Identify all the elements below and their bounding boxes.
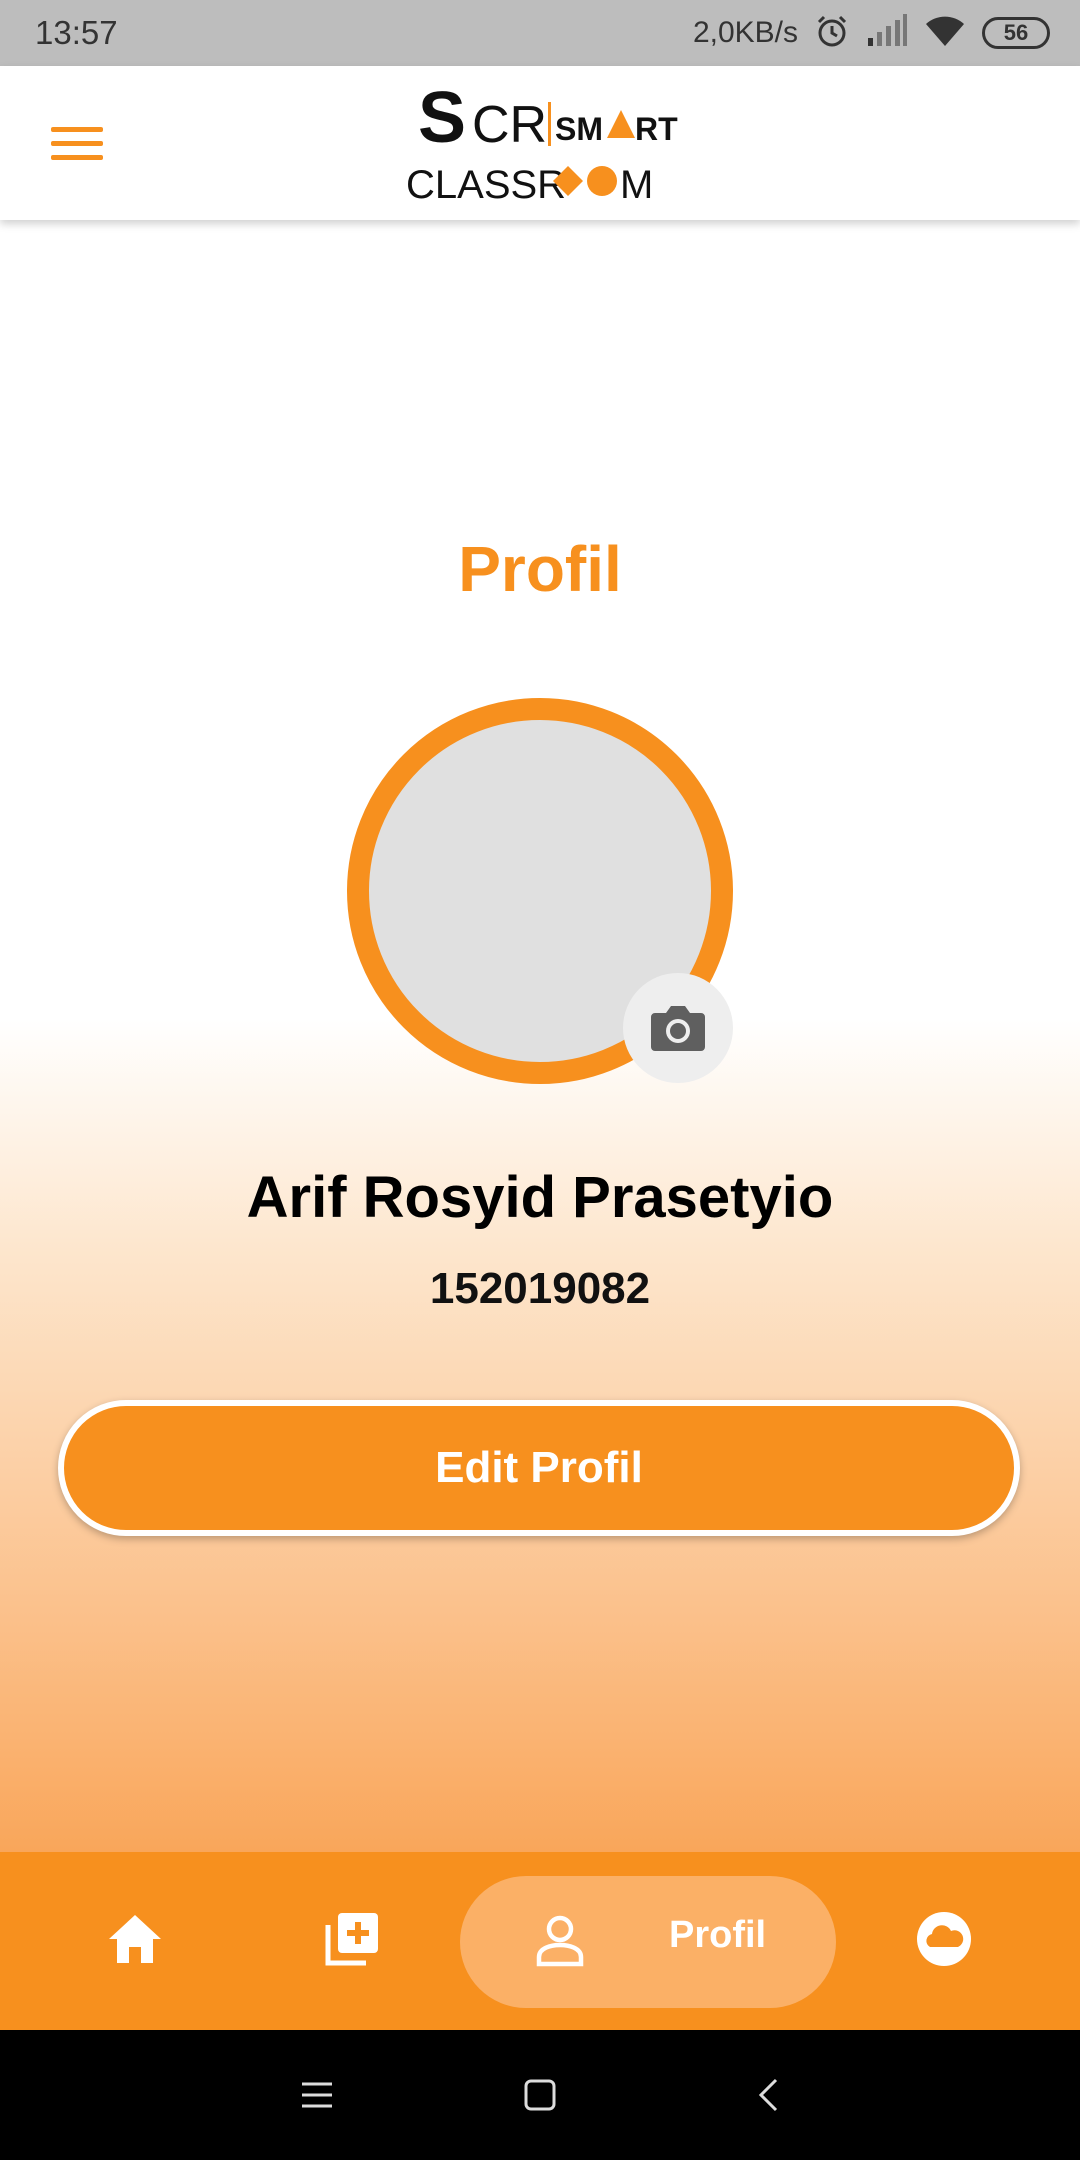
nav-profil-label: Profil bbox=[669, 1914, 767, 1956]
nav-profil[interactable]: Profil bbox=[460, 1876, 836, 2008]
network-speed: 2,0KB/s bbox=[692, 16, 798, 49]
status-icons: 2,0KB/s 56 bbox=[693, 12, 1050, 54]
logo-mark-cr: CR bbox=[472, 96, 547, 154]
system-navigation-bar bbox=[0, 2030, 1080, 2160]
person-icon bbox=[533, 1914, 587, 1973]
svg-text:SM: SM bbox=[555, 111, 603, 147]
svg-text:M: M bbox=[620, 163, 653, 207]
bottom-navigation: Profil bbox=[0, 1852, 1080, 2030]
cloud-icon bbox=[914, 1909, 974, 1974]
battery-level: 56 bbox=[1003, 20, 1029, 45]
wifi-icon bbox=[924, 14, 966, 53]
nav-home[interactable] bbox=[80, 1886, 190, 1996]
back-chevron-icon[interactable] bbox=[738, 2065, 798, 2125]
page-title: Profil bbox=[458, 533, 622, 605]
profile-content: Profil Arif Rosyid Prasetyio 152019082 E… bbox=[0, 220, 1080, 1852]
home-square-icon[interactable] bbox=[510, 2065, 570, 2125]
edit-profile-button[interactable]: Edit Profil bbox=[58, 1400, 1020, 1536]
camera-icon[interactable] bbox=[623, 973, 733, 1083]
home-icon bbox=[105, 1911, 165, 1972]
nav-add-collection[interactable] bbox=[297, 1886, 407, 1996]
logo-mark-s: S bbox=[418, 80, 466, 158]
svg-text:CLASSR: CLASSR bbox=[406, 163, 566, 207]
nav-cloud[interactable] bbox=[889, 1886, 999, 1996]
status-time: 13:57 bbox=[35, 14, 118, 51]
status-bar: 13:57 2,0KB/s 56 bbox=[0, 0, 1080, 66]
hamburger-menu-icon[interactable] bbox=[40, 116, 114, 170]
user-name: Arif Rosyid Prasetyio bbox=[246, 1165, 834, 1230]
recents-menu-icon[interactable] bbox=[287, 2065, 347, 2125]
add-collection-icon bbox=[322, 1909, 382, 1974]
alarm-icon bbox=[814, 13, 850, 54]
battery-icon: 56 bbox=[982, 17, 1050, 49]
app-bar: S CR SM RT CLASSR M bbox=[0, 66, 1080, 220]
signal-icon bbox=[866, 13, 908, 53]
svg-text:RT: RT bbox=[635, 111, 678, 147]
user-id-number: 152019082 bbox=[429, 1264, 651, 1313]
app-logo: S CR SM RT CLASSR M bbox=[390, 78, 690, 210]
